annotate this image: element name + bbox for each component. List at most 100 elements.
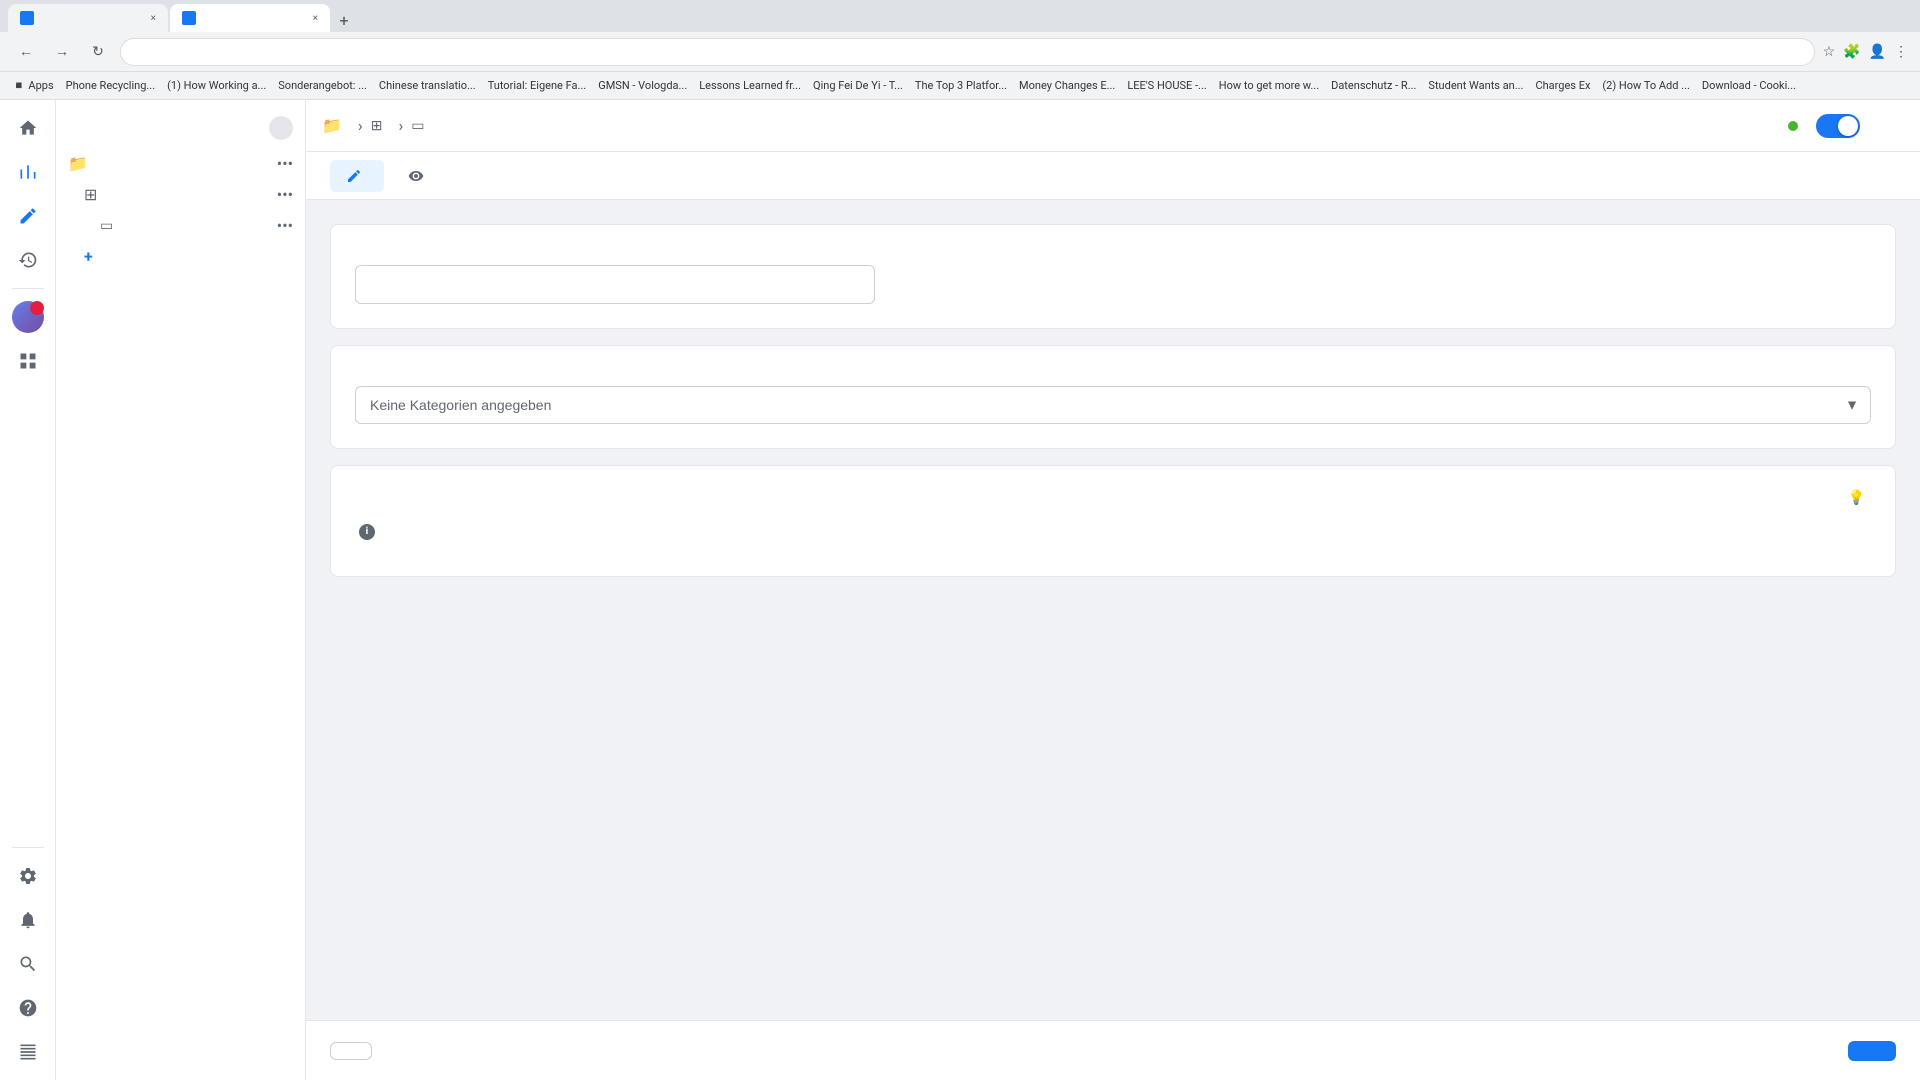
breadcrumb-sep-1: › [358, 116, 363, 135]
kampagnenziel-label: i [355, 522, 1871, 540]
bookmark-gmsn[interactable]: GMSN - Vologda... [598, 79, 687, 92]
status-dot [1788, 121, 1798, 131]
sidebar-divider-2 [12, 847, 44, 848]
tree-item-ad[interactable]: ▭ ••• [88, 210, 305, 241]
close-button[interactable] [330, 1042, 372, 1060]
sidebar-icon-grid[interactable] [8, 341, 48, 381]
tab-close-facebook[interactable]: × [151, 13, 156, 24]
kategorien-select-wrapper: Keine Kategorien angegeben // Populate s… [355, 386, 1871, 424]
profile-icon[interactable]: 👤 [1869, 44, 1886, 60]
bookmark-datenschutz[interactable]: Datenschutz - R... [1331, 79, 1416, 92]
bookmark-chinese[interactable]: Chinese translatio... [379, 79, 476, 92]
info-icon[interactable]: i [359, 524, 375, 540]
details-header-row: 💡 [355, 490, 1871, 506]
draft-toggle[interactable] [1816, 114, 1860, 138]
sidebar-avatar[interactable] [8, 297, 48, 337]
bookmarks-bar: ◾ Apps Phone Recycling... (1) How Workin… [0, 72, 1920, 100]
bookmark-download[interactable]: Download - Cooki... [1702, 79, 1796, 92]
bookmark-how-to-get[interactable]: How to get more w... [1219, 79, 1319, 92]
adset-more-button[interactable]: ••• [277, 185, 293, 204]
sidebar-icon-table[interactable] [8, 1032, 48, 1072]
bookmark-how-to-add[interactable]: (2) How To Add ... [1602, 79, 1689, 92]
browser-more-icon[interactable]: ⋮ [1894, 44, 1908, 60]
bookmark-student[interactable]: Student Wants an... [1428, 79, 1523, 92]
sidebar-icon-search[interactable] [8, 944, 48, 984]
tree-item-adset[interactable]: ⊞ ••• [72, 179, 305, 210]
bookmark-phone[interactable]: Phone Recycling... [66, 79, 155, 92]
address-bar[interactable] [120, 38, 1815, 66]
breadcrumb: 📁 › ⊞ › ▭ [322, 116, 1776, 135]
campaign-name-section [330, 224, 1896, 329]
forward-button[interactable]: → [48, 38, 76, 66]
breadcrumb-ad-icon: ▭ [411, 118, 424, 134]
sidebar-icon-settings[interactable] [8, 856, 48, 896]
status-badge [1788, 121, 1804, 131]
extension-icon[interactable]: 🧩 [1843, 44, 1860, 60]
sidebar-icon-help[interactable] [8, 988, 48, 1028]
tab-favicon-active [182, 11, 196, 25]
tab-bearbeiten[interactable] [330, 160, 384, 192]
campaign-tree-sidebar: 📁 ••• ⊞ ••• ▭ ••• + [56, 100, 306, 1080]
add-adset-button[interactable]: + [72, 241, 305, 272]
notification-badge [30, 301, 44, 315]
browser-toolbar: ← → ↻ ☆ 🧩 👤 ⋮ [0, 32, 1920, 72]
bookmark-money[interactable]: Money Changes E... [1019, 79, 1115, 92]
top-bar-actions [1788, 110, 1904, 142]
bookmark-qing[interactable]: Qing Fei De Yi - T... [813, 79, 903, 92]
bookmark-working[interactable]: (1) How Working a... [167, 79, 266, 92]
app-layout: 📁 ••• ⊞ ••• ▭ ••• + 📁 › [0, 100, 1920, 1080]
ad-icon: ▭ [100, 218, 113, 234]
tab-favicon [20, 11, 34, 25]
sidebar-divider-1 [12, 288, 44, 289]
bookmark-tutorial[interactable]: Tutorial: Eigene Fa... [488, 79, 587, 92]
more-options-button[interactable] [1872, 110, 1904, 142]
edit-icon [346, 168, 362, 184]
kategorien-select[interactable]: Keine Kategorien angegeben [355, 386, 1871, 424]
bookmark-top3[interactable]: The Top 3 Platfor... [915, 79, 1007, 92]
special-categories-section: Keine Kategorien angegeben // Populate s… [330, 345, 1896, 449]
campaign-details-section: 💡 i [330, 465, 1896, 577]
adset-icon: ⊞ [84, 185, 97, 204]
sidebar-icon-bell[interactable] [8, 900, 48, 940]
breadcrumb-sep-2: › [398, 116, 403, 135]
sidebar-icon-edit[interactable] [8, 196, 48, 236]
bookmark-charges[interactable]: Charges Ex [1535, 79, 1590, 92]
sidebar-icons [0, 100, 56, 1080]
review-icon [408, 168, 424, 184]
campaign-more-button[interactable]: ••• [277, 154, 293, 173]
top-bar: 📁 › ⊞ › ▭ [306, 100, 1920, 152]
new-tab-button[interactable]: + [332, 8, 356, 32]
sidebar-icon-stats[interactable] [8, 152, 48, 192]
action-tabs [306, 152, 1920, 200]
tab-werbeanzeigenmanager[interactable]: × [170, 4, 330, 32]
tree-item-campaign[interactable]: 📁 ••• [56, 148, 305, 179]
back-button[interactable]: ← [12, 38, 40, 66]
bookmark-apps[interactable]: ◾ Apps [12, 79, 54, 92]
ad-more-button[interactable]: ••• [277, 216, 293, 235]
folder-icon: 📁 [68, 154, 88, 173]
reload-button[interactable]: ↻ [84, 38, 112, 66]
add-icon: + [84, 247, 93, 266]
bookmark-sonderangebot[interactable]: Sonderangebot: ... [278, 79, 367, 92]
next-button[interactable] [1848, 1041, 1896, 1061]
lightbulb-icon: 💡 [1848, 490, 1865, 506]
tab-uberprufen[interactable] [392, 160, 446, 192]
tab-close-werbeanzeigenmanager[interactable]: × [313, 13, 318, 24]
sidebar-icon-history[interactable] [8, 240, 48, 280]
tab-facebook[interactable]: × [8, 4, 168, 32]
bookmark-lees[interactable]: LEE'S HOUSE -... [1127, 79, 1206, 92]
bookmark-lessons[interactable]: Lessons Learned fr... [699, 79, 801, 92]
sidebar-icon-home[interactable] [8, 108, 48, 148]
toggle-thumb [1838, 116, 1858, 136]
main-content-area: 📁 › ⊞ › ▭ [306, 100, 1920, 1080]
bottom-bar [306, 1020, 1920, 1080]
breadcrumb-campaign-icon: 📁 [322, 116, 342, 135]
recommendations-link[interactable]: 💡 [1848, 490, 1871, 506]
close-sidebar-button[interactable] [269, 116, 293, 140]
campaign-name-row [355, 265, 1871, 304]
breadcrumb-adset-icon: ⊞ [371, 118, 383, 134]
form-content: Keine Kategorien angegeben // Populate s… [306, 200, 1920, 1020]
campaign-name-input[interactable] [355, 265, 875, 304]
bookmark-icon[interactable]: ☆ [1823, 44, 1836, 60]
kampagnenziel-row: i [355, 522, 1871, 540]
